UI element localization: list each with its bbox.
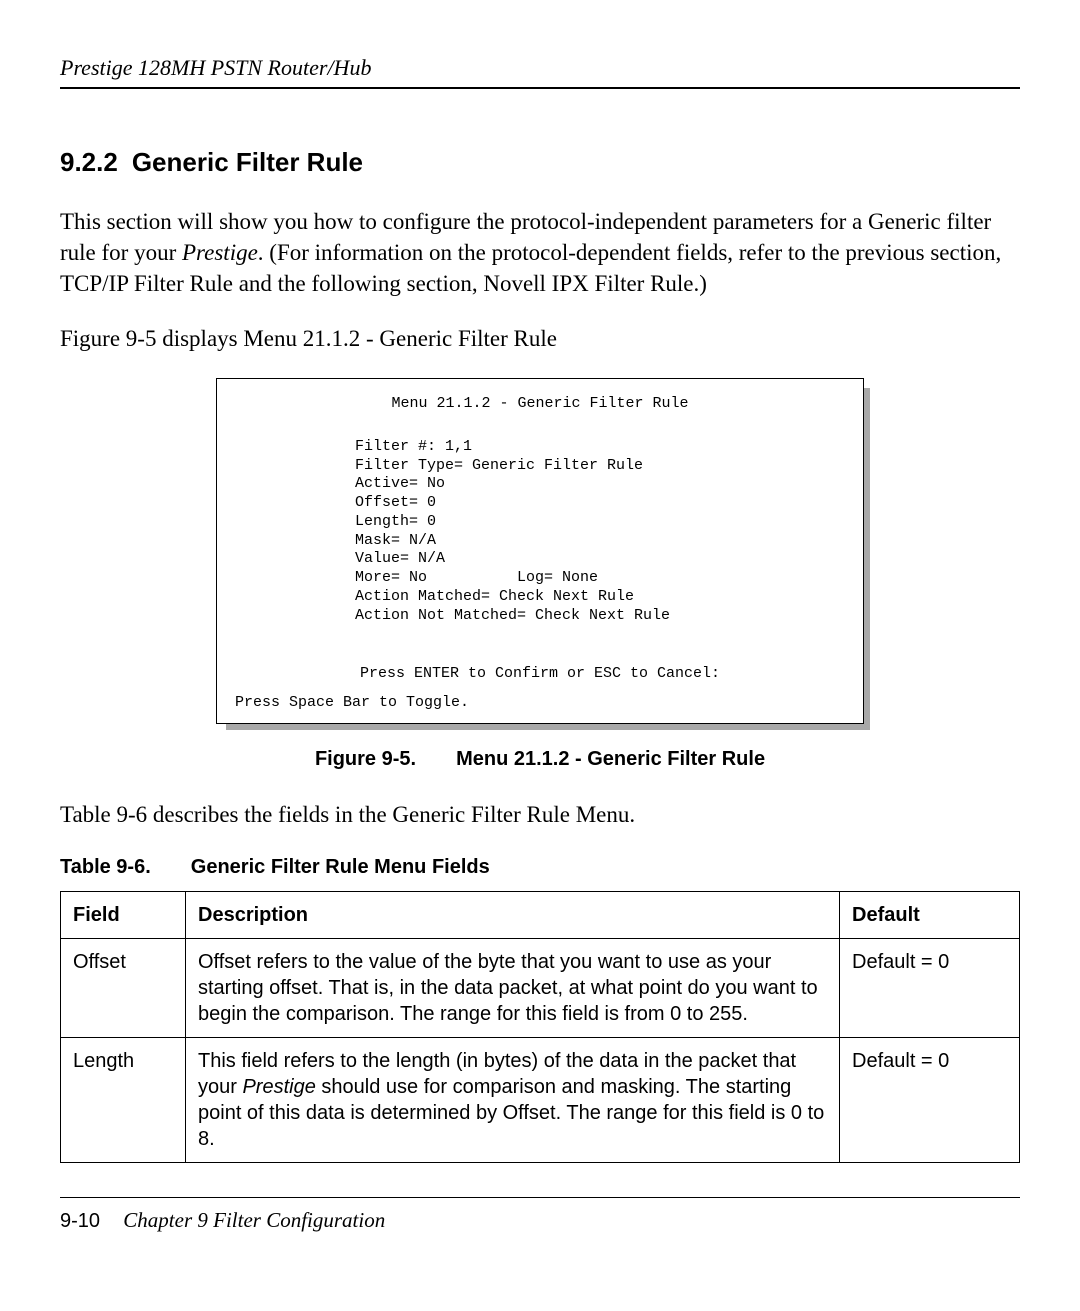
terminal-field-more-log: More= No Log= None <box>355 569 845 588</box>
figure-caption-text: Menu 21.1.2 - Generic Filter Rule <box>456 748 765 770</box>
table-cell-default: Default = 0 <box>840 938 1020 1037</box>
terminal-field-action-matched: Action Matched= Check Next Rule <box>355 588 845 607</box>
table-header-field: Field <box>61 891 186 938</box>
table-header-row: Field Description Default <box>61 891 1020 938</box>
table-caption-text: Generic Filter Rule Menu Fields <box>191 856 490 878</box>
table-header-default: Default <box>840 891 1020 938</box>
table-header-description: Description <box>186 891 840 938</box>
section-title: Generic Filter Rule <box>132 147 363 177</box>
terminal-field-value: Value= N/A <box>355 550 845 569</box>
figure-caption: Figure 9-5. Menu 21.1.2 - Generic Filter … <box>60 748 1020 771</box>
terminal-field-filter-no: Filter #: 1,1 <box>355 438 845 457</box>
figure-wrapper: Menu 21.1.2 - Generic Filter Rule Filter… <box>216 378 864 724</box>
terminal-field-filter-type: Filter Type= Generic Filter Rule <box>355 457 845 476</box>
section-number: 9.2.2 <box>60 147 118 177</box>
terminal-field-length: Length= 0 <box>355 513 845 532</box>
table-cell-default: Default = 0 <box>840 1037 1020 1162</box>
terminal-field-active: Active= No <box>355 475 845 494</box>
table-cell-field: Length <box>61 1037 186 1162</box>
table-row: Offset Offset refers to the value of the… <box>61 938 1020 1037</box>
page-number: 9-10 <box>60 1210 100 1232</box>
document-page: Prestige 128MH PSTN Router/Hub 9.2.2 Gene… <box>0 0 1080 1311</box>
table-cell-desc-prefix: Offset refers to the value of the byte t… <box>198 951 818 1025</box>
terminal-box: Menu 21.1.2 - Generic Filter Rule Filter… <box>216 378 864 724</box>
running-header: Prestige 128MH PSTN Router/Hub <box>60 55 1020 89</box>
paragraph-intro-italic: Prestige <box>182 240 258 265</box>
paragraph-intro: This section will show you how to config… <box>60 206 1020 299</box>
section-heading: 9.2.2 Generic Filter Rule <box>60 147 1020 178</box>
table-cell-desc-italic: Prestige <box>242 1076 315 1098</box>
table-caption-label: Table 9-6. <box>60 856 151 878</box>
terminal-fields: Filter #: 1,1 Filter Type= Generic Filte… <box>355 438 845 626</box>
table-cell-field: Offset <box>61 938 186 1037</box>
terminal-menu-title: Menu 21.1.2 - Generic Filter Rule <box>235 395 845 414</box>
terminal-confirm-line: Press ENTER to Confirm or ESC to Cancel: <box>235 665 845 684</box>
fields-table: Field Description Default Offset Offset … <box>60 891 1020 1163</box>
terminal-field-mask: Mask= N/A <box>355 532 845 551</box>
terminal-field-offset: Offset= 0 <box>355 494 845 513</box>
terminal-field-action-not-matched: Action Not Matched= Check Next Rule <box>355 607 845 626</box>
paragraph-figure-reference: Figure 9-5 displays Menu 21.1.2 - Generi… <box>60 323 1020 354</box>
table-cell-description: Offset refers to the value of the byte t… <box>186 938 840 1037</box>
table-row: Length This field refers to the length (… <box>61 1037 1020 1162</box>
page-footer: 9-10 Chapter 9 Filter Configuration <box>60 1197 1020 1233</box>
footer-chapter-title: Chapter 9 Filter Configuration <box>123 1208 385 1232</box>
table-caption: Table 9-6. Generic Filter Rule Menu Field… <box>60 856 1020 879</box>
terminal-spacebar-line: Press Space Bar to Toggle. <box>235 694 845 713</box>
figure-caption-label: Figure 9-5. <box>315 748 416 770</box>
paragraph-table-reference: Table 9-6 describes the fields in the Ge… <box>60 799 1020 830</box>
table-cell-description: This field refers to the length (in byte… <box>186 1037 840 1162</box>
